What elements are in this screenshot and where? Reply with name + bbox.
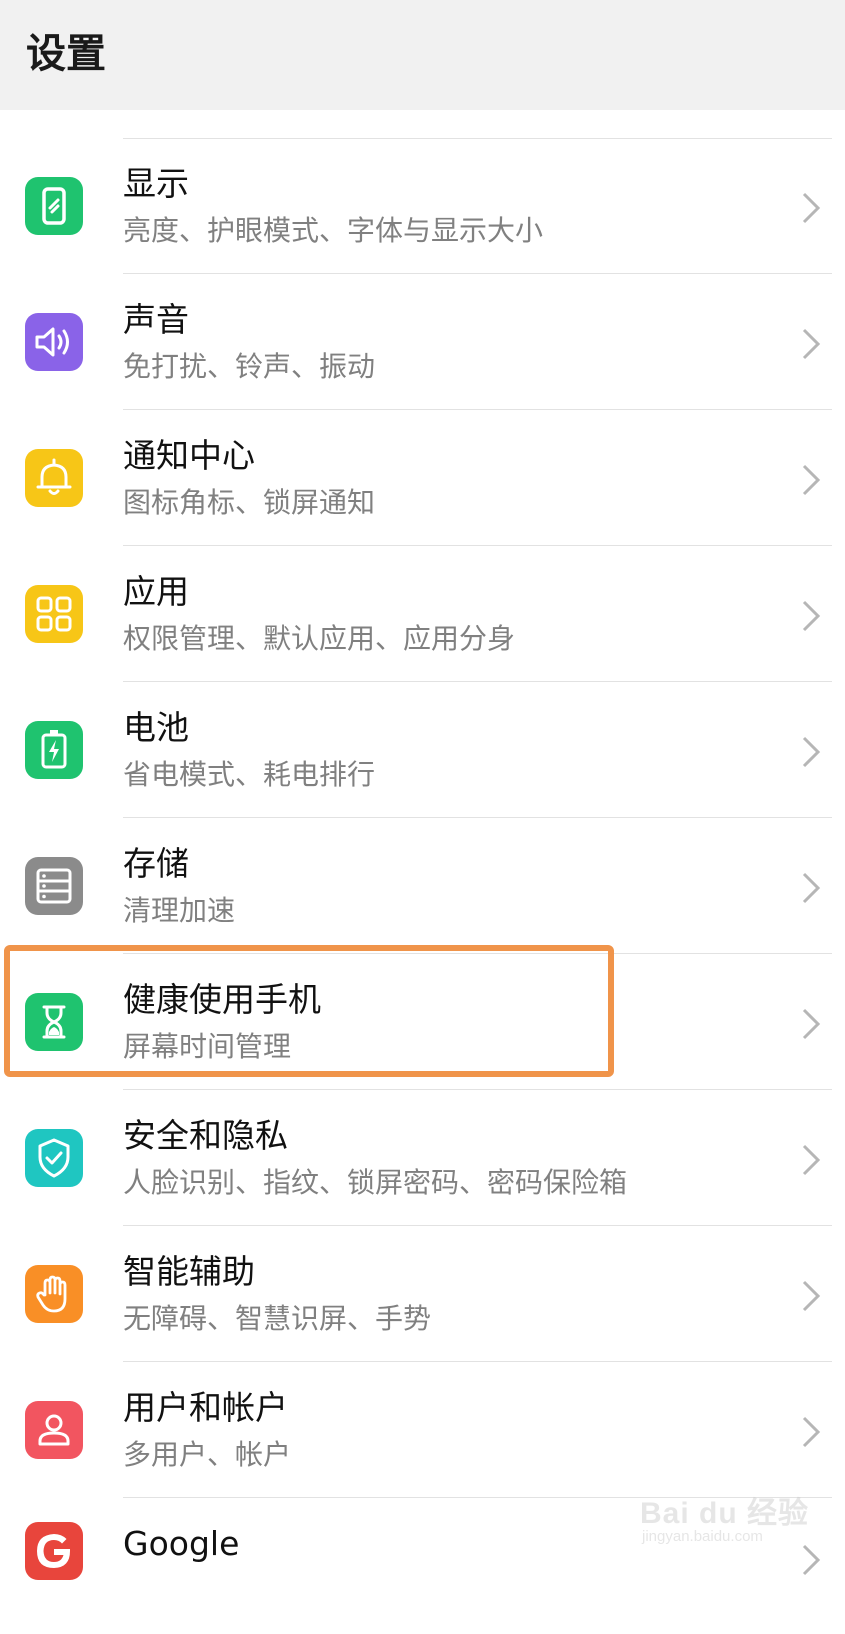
settings-item-battery[interactable]: 电池 省电模式、耗电排行 [0, 682, 845, 818]
settings-item-title: 声音 [123, 300, 189, 339]
settings-item-title: 用户和帐户 [123, 1388, 288, 1427]
chevron-right-icon [802, 464, 821, 496]
watermark-brand: Bai du 经验 [640, 1497, 810, 1530]
page-title: 设置 [26, 31, 106, 77]
settings-item-smart-assist[interactable]: 智能辅助 无障碍、智慧识屏、手势 [0, 1226, 845, 1362]
settings-item-subtitle: 省电模式、耗电排行 [123, 758, 376, 791]
battery-icon [25, 721, 83, 779]
apps-grid-icon [25, 585, 83, 643]
settings-item-security[interactable]: 安全和隐私 人脸识别、指纹、锁屏密码、密码保险箱 [0, 1090, 845, 1226]
settings-item-title: 通知中心 [123, 436, 255, 475]
chevron-right-icon [802, 1008, 821, 1040]
speaker-icon [25, 313, 83, 371]
settings-item-subtitle: 人脸识别、指纹、锁屏密码、密码保险箱 [123, 1166, 628, 1199]
shield-icon [25, 1129, 83, 1187]
settings-item-title: 智能辅助 [123, 1252, 255, 1291]
settings-item-title: 安全和隐私 [123, 1116, 288, 1155]
settings-item-sound[interactable]: 声音 免打扰、铃声、振动 [0, 274, 845, 410]
settings-list: 显示 亮度、护眼模式、字体与显示大小 声音 免打扰、铃声、振动 通知中心 图标角… [0, 0, 845, 1600]
display-icon [25, 177, 83, 235]
chevron-right-icon [802, 600, 821, 632]
settings-item-subtitle: 亮度、护眼模式、字体与显示大小 [123, 214, 544, 247]
settings-item-subtitle: 多用户、帐户 [123, 1438, 292, 1471]
settings-item-notifications[interactable]: 通知中心 图标角标、锁屏通知 [0, 410, 845, 546]
settings-item-display[interactable]: 显示 亮度、护眼模式、字体与显示大小 [0, 138, 845, 274]
settings-item-title: 存储 [123, 844, 189, 883]
settings-item-storage[interactable]: 存储 清理加速 [0, 818, 845, 954]
settings-item-apps[interactable]: 应用 权限管理、默认应用、应用分身 [0, 546, 845, 682]
user-icon [25, 1401, 83, 1459]
settings-item-title: 应用 [123, 572, 189, 611]
settings-item-subtitle: 无障碍、智慧识屏、手势 [123, 1302, 432, 1335]
watermark: Bai du 经验 jingyan.baidu.com [640, 1480, 820, 1560]
app-bar: 设置 [0, 0, 845, 110]
chevron-right-icon [802, 736, 821, 768]
settings-item-users-accounts[interactable]: 用户和帐户 多用户、帐户 [0, 1362, 845, 1498]
chevron-right-icon [802, 872, 821, 904]
watermark-url: jingyan.baidu.com [642, 1528, 763, 1545]
chevron-right-icon [802, 328, 821, 360]
hourglass-icon [25, 993, 83, 1051]
settings-item-title: 电池 [123, 708, 189, 747]
settings-item-subtitle: 屏幕时间管理 [123, 1030, 292, 1063]
settings-item-subtitle: 图标角标、锁屏通知 [123, 486, 376, 519]
settings-item-subtitle: 权限管理、默认应用、应用分身 [123, 622, 516, 655]
settings-item-title: 健康使用手机 [123, 980, 321, 1019]
google-icon [25, 1522, 83, 1580]
hand-icon [25, 1265, 83, 1323]
chevron-right-icon [802, 1416, 821, 1448]
settings-item-title: 显示 [123, 164, 189, 203]
settings-item-subtitle: 清理加速 [123, 894, 236, 927]
settings-item-title: Google [123, 1524, 240, 1563]
settings-item-digital-balance[interactable]: 健康使用手机 屏幕时间管理 [0, 954, 845, 1090]
settings-item-subtitle: 免打扰、铃声、振动 [123, 350, 376, 383]
chevron-right-icon [802, 1144, 821, 1176]
chevron-right-icon [802, 192, 821, 224]
chevron-right-icon [802, 1280, 821, 1312]
bell-icon [25, 449, 83, 507]
storage-icon [25, 857, 83, 915]
